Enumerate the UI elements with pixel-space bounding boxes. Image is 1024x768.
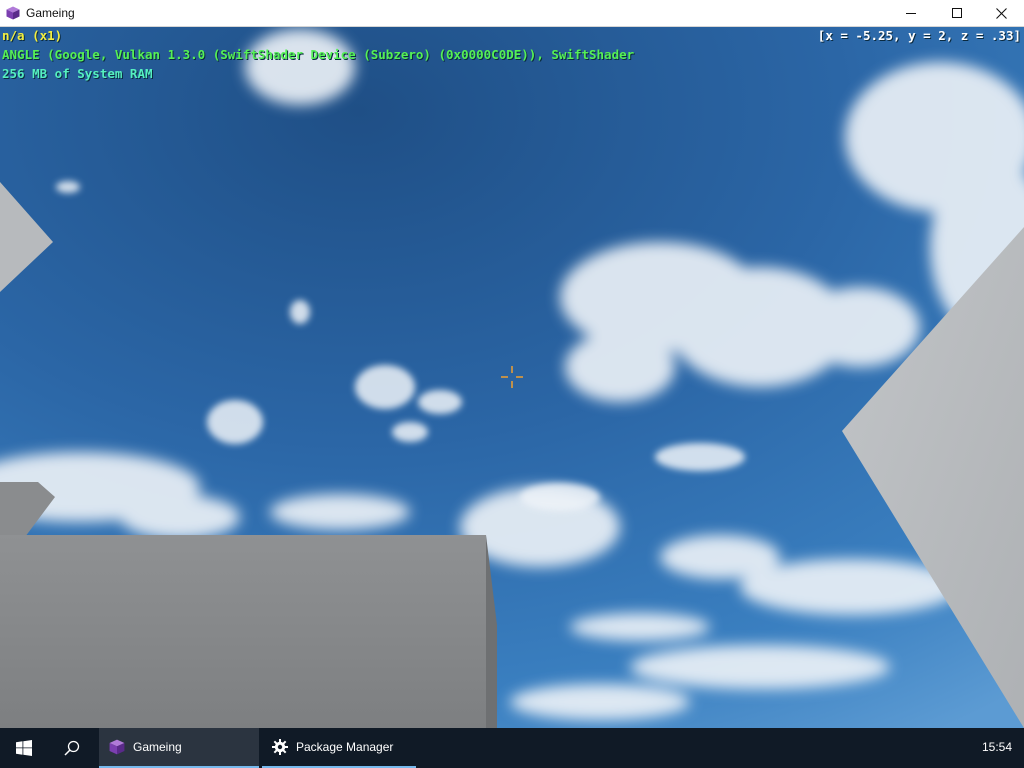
taskbar-item-package-manager[interactable]: Package Manager xyxy=(262,728,416,768)
maximize-icon xyxy=(952,8,962,18)
taskbar: Gameing Package Manager 15:54 xyxy=(0,728,1024,768)
game-viewport[interactable]: n/a (x1) ANGLE (Google, Vulkan 1.3.0 (Sw… xyxy=(0,27,1024,728)
search-icon xyxy=(64,740,80,756)
purple-cube-icon xyxy=(109,739,125,755)
taskbar-item-gameing[interactable]: Gameing xyxy=(99,728,259,768)
taskbar-item-label: Gameing xyxy=(133,740,182,754)
minimize-button[interactable] xyxy=(888,0,934,26)
gear-icon xyxy=(272,739,288,755)
taskbar-clock[interactable]: 15:54 xyxy=(982,740,1012,754)
hud-fps-line: n/a (x1) xyxy=(2,28,63,43)
start-button[interactable] xyxy=(0,728,48,768)
block-center-top xyxy=(0,535,486,728)
taskbar-item-label: Package Manager xyxy=(296,740,394,754)
windows-logo-icon xyxy=(16,740,32,756)
purple-cube-icon xyxy=(6,6,20,20)
window-title: Gameing xyxy=(26,6,75,20)
crosshair-icon xyxy=(501,366,523,388)
hud-renderer-line: ANGLE (Google, Vulkan 1.3.0 (SwiftShader… xyxy=(2,47,635,62)
hud-memory-line: 256 MB of System RAM xyxy=(2,66,153,81)
maximize-button[interactable] xyxy=(934,0,980,26)
hud-coordinates: [x = -5.25, y = 2, z = .33] xyxy=(817,28,1021,43)
close-icon xyxy=(995,7,1007,19)
search-button[interactable] xyxy=(48,728,96,768)
window-title-bar[interactable]: Gameing xyxy=(0,0,1024,27)
minimize-icon xyxy=(906,13,916,14)
close-button[interactable] xyxy=(978,0,1024,26)
